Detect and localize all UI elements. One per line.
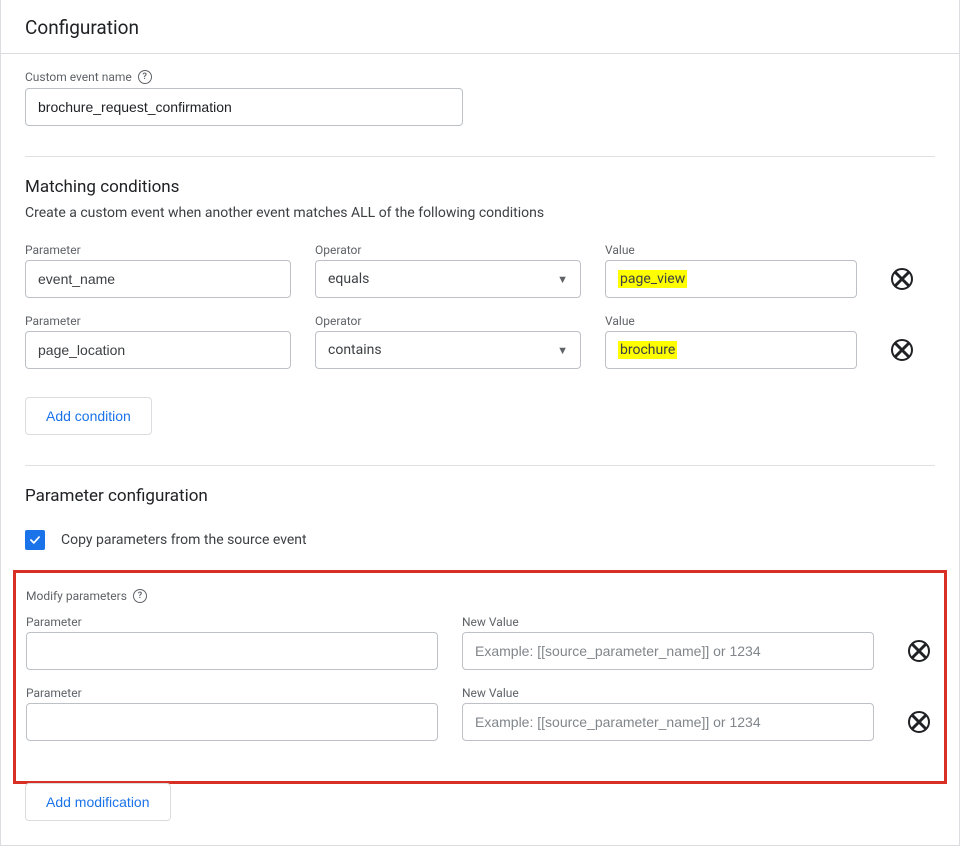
value-label: Value: [605, 243, 857, 257]
add-modification-button[interactable]: Add modification: [25, 783, 171, 821]
remove-modification-button[interactable]: [908, 640, 930, 662]
operator-label: Operator: [315, 314, 581, 328]
condition-row: Parameter Operator contains ▼ Value broc…: [25, 314, 935, 369]
remove-modification-button[interactable]: [908, 711, 930, 733]
add-condition-button[interactable]: Add condition: [25, 397, 152, 435]
check-icon: [28, 533, 42, 547]
parameter-input[interactable]: [25, 260, 291, 298]
remove-condition-button[interactable]: [891, 339, 913, 361]
modification-value-input[interactable]: [462, 632, 874, 670]
operator-label: Operator: [315, 243, 581, 257]
parameter-label: Parameter: [25, 243, 291, 257]
modification-parameter-input[interactable]: [26, 703, 438, 741]
copy-parameters-checkbox[interactable]: [25, 530, 45, 550]
help-icon[interactable]: ?: [133, 589, 147, 603]
parameter-label: Parameter: [26, 615, 438, 629]
parameter-label: Parameter: [25, 314, 291, 328]
operator-select[interactable]: contains ▼: [315, 331, 581, 369]
page-title: Configuration: [1, 0, 959, 54]
custom-event-label: Custom event name: [25, 70, 132, 84]
modification-parameter-input[interactable]: [26, 632, 438, 670]
remove-condition-button[interactable]: [891, 268, 913, 290]
new-value-label: New Value: [462, 615, 874, 629]
matching-conditions-title: Matching conditions: [25, 177, 935, 197]
custom-event-name-input[interactable]: [25, 88, 463, 126]
value-input[interactable]: brochure: [605, 331, 857, 369]
modification-row: Parameter New Value: [26, 686, 934, 741]
close-icon: [893, 270, 911, 288]
parameter-input[interactable]: [25, 331, 291, 369]
close-icon: [893, 341, 911, 359]
help-icon[interactable]: ?: [138, 70, 152, 84]
parameter-configuration-title: Parameter configuration: [25, 486, 935, 506]
modify-parameters-label: Modify parameters: [26, 589, 127, 603]
close-icon: [910, 713, 928, 731]
new-value-label: New Value: [462, 686, 874, 700]
chevron-down-icon: ▼: [557, 273, 568, 286]
modification-row: Parameter New Value: [26, 615, 934, 670]
chevron-down-icon: ▼: [557, 344, 568, 357]
modification-value-input[interactable]: [462, 703, 874, 741]
condition-row: Parameter Operator equals ▼ Value page_v…: [25, 243, 935, 298]
operator-select[interactable]: equals ▼: [315, 260, 581, 298]
modify-parameters-highlight: Modify parameters ? Parameter New Value: [13, 570, 947, 784]
close-icon: [910, 642, 928, 660]
copy-parameters-label: Copy parameters from the source event: [61, 532, 307, 548]
value-label: Value: [605, 314, 857, 328]
parameter-label: Parameter: [26, 686, 438, 700]
matching-conditions-subtitle: Create a custom event when another event…: [25, 205, 935, 221]
value-input[interactable]: page_view: [605, 260, 857, 298]
